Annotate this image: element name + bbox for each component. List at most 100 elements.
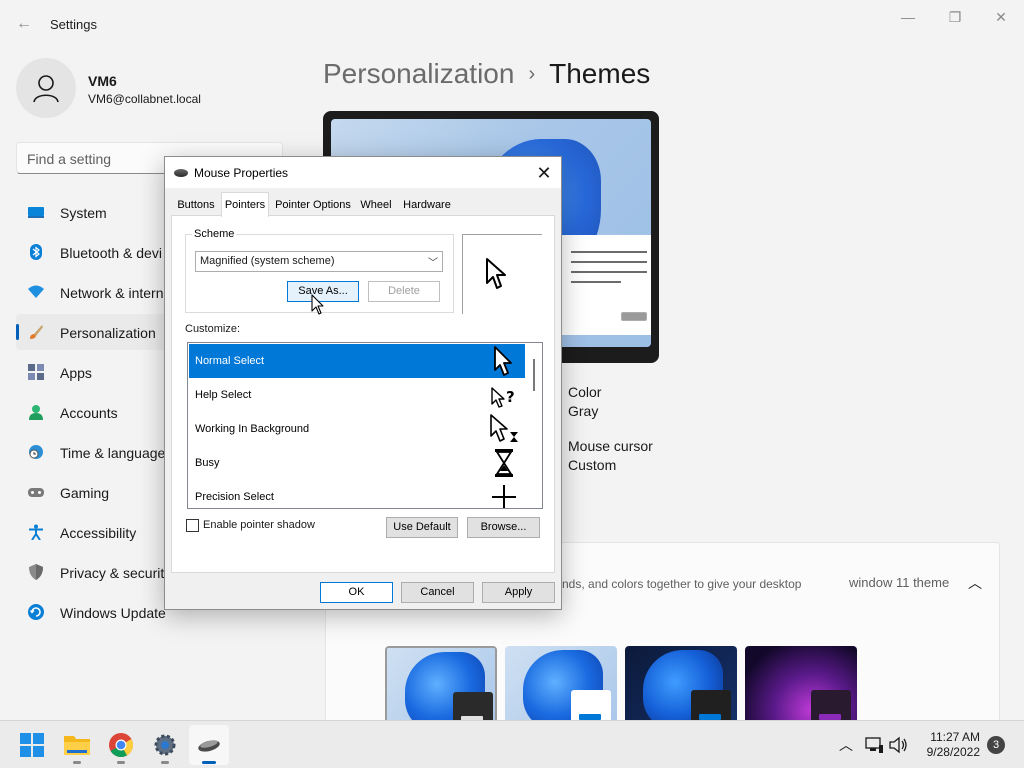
breadcrumb: Personalization › Themes	[323, 58, 650, 94]
tab-buttons[interactable]: Buttons	[175, 195, 217, 216]
scheme-dropdown[interactable]: Magnified (system scheme) ﹀	[195, 251, 443, 272]
list-item[interactable]: Help Select ?	[189, 378, 525, 412]
use-default-button[interactable]: Use Default	[386, 517, 458, 538]
system-clock[interactable]: 11:27 AM 9/28/2022	[918, 730, 980, 760]
sample-window	[559, 235, 651, 335]
arrow-cursor-icon	[486, 258, 506, 289]
chevron-down-icon: ﹀	[428, 258, 438, 269]
clock-date: 9/28/2022	[926, 745, 980, 759]
globe-clock-icon	[29, 445, 43, 459]
close-window-icon[interactable]: ✕	[978, 6, 1024, 28]
theme-thumbnail[interactable]	[505, 646, 617, 726]
cursor-name: Normal Select	[195, 355, 265, 367]
monitor-icon	[28, 207, 44, 218]
running-indicator	[73, 761, 81, 764]
cursor-name: Help Select	[195, 389, 252, 401]
cancel-button[interactable]: Cancel	[401, 582, 474, 603]
theme-thumbnail[interactable]	[625, 646, 737, 726]
pointer-shadow-label: Enable pointer shadow	[203, 519, 315, 531]
clock-time: 11:27 AM	[930, 730, 980, 744]
tab-pointers[interactable]: Pointers	[221, 192, 269, 217]
cursor-list[interactable]: Normal Select Help Select ? Working In B…	[187, 342, 543, 509]
network-icon[interactable]	[864, 735, 884, 755]
chevron-right-icon: ›	[528, 63, 536, 85]
list-item[interactable]: Working In Background	[189, 412, 525, 446]
windows-start-icon	[20, 733, 44, 757]
mouse-properties-taskbar-button[interactable]	[189, 725, 229, 765]
list-item[interactable]: Precision Select	[189, 480, 525, 508]
file-explorer-button[interactable]	[57, 725, 97, 765]
dialog-title-bar: Mouse Properties ✕	[165, 157, 561, 188]
user-profile[interactable]: VM6 VM6@collabnet.local	[16, 58, 276, 118]
sidebar-item-label: Accessibility	[60, 525, 137, 541]
scrollbar-thumb[interactable]	[533, 359, 535, 391]
sidebar-item-label: Windows Update	[60, 605, 166, 621]
help-cursor-icon: ?	[491, 387, 515, 408]
apply-button[interactable]: Apply	[482, 582, 555, 603]
window-title: Settings	[50, 17, 97, 32]
settings-button[interactable]	[145, 725, 185, 765]
chrome-button[interactable]	[101, 725, 141, 765]
dialog-title: Mouse Properties	[194, 166, 289, 180]
pointer-shadow-checkbox[interactable]	[186, 519, 199, 532]
running-indicator	[117, 761, 125, 764]
file-explorer-icon	[64, 736, 90, 755]
taskbar: ︿ 11:27 AM 9/28/2022 3	[0, 720, 1024, 768]
dialog-close-icon[interactable]: ✕	[533, 162, 555, 184]
sidebar-item-label: Time & language	[60, 445, 166, 461]
gamepad-icon	[28, 488, 44, 497]
mouse-cursor-label: Mouse cursor	[568, 438, 653, 454]
theme-description: nds, and colors together to give your de…	[562, 577, 802, 591]
tab-wheel[interactable]: Wheel	[357, 195, 395, 216]
cursor-name: Precision Select	[195, 491, 274, 503]
restore-icon[interactable]: ❐	[932, 6, 978, 28]
sidebar-item-label: Accounts	[60, 405, 118, 421]
chrome-icon	[109, 733, 133, 757]
notification-badge[interactable]: 3	[987, 736, 1005, 754]
user-name: VM6	[88, 73, 117, 89]
list-item[interactable]: Busy	[189, 446, 525, 480]
apps-icon	[28, 364, 44, 380]
user-email: VM6@collabnet.local	[88, 92, 201, 106]
color-info[interactable]: Color Gray	[568, 383, 601, 421]
page-title: Themes	[549, 58, 651, 89]
accessibility-icon	[29, 524, 43, 540]
delete-button[interactable]: Delete	[368, 281, 440, 302]
sidebar-item-label: Bluetooth & devi	[60, 245, 162, 261]
scheme-legend: Scheme	[192, 228, 237, 240]
settings-gear-icon	[154, 734, 176, 756]
cursor-name: Busy	[195, 457, 220, 469]
volume-icon[interactable]	[888, 735, 908, 755]
scheme-value: Magnified (system scheme)	[200, 255, 335, 267]
sidebar-item-label: Gaming	[60, 485, 110, 501]
breadcrumb-parent[interactable]: Personalization	[323, 58, 514, 89]
brush-icon	[30, 325, 43, 339]
theme-thumbnail[interactable]	[745, 646, 857, 726]
avatar	[16, 58, 76, 118]
mouse-properties-dialog: Mouse Properties ✕ Buttons Pointers Poin…	[164, 156, 562, 610]
back-arrow-icon[interactable]: ←	[14, 14, 34, 34]
mouse-cursor-info[interactable]: Mouse cursor Custom	[568, 437, 653, 475]
chevron-up-icon[interactable]: ︿	[836, 735, 856, 755]
mouse-cursor-value: Custom	[568, 457, 617, 473]
hourglass-cursor-icon	[495, 449, 513, 477]
running-indicator	[161, 761, 169, 764]
person-icon	[29, 405, 43, 420]
wifi-icon	[28, 285, 44, 298]
cursor-preview-box	[462, 234, 542, 314]
minimize-icon[interactable]: —	[885, 6, 931, 28]
list-item[interactable]: Normal Select	[189, 344, 525, 378]
color-label: Color	[568, 384, 602, 400]
busy-arrow-cursor-icon	[490, 414, 518, 442]
title-bar: ← Settings — ❐ ✕	[0, 0, 1024, 48]
start-button[interactable]	[12, 725, 52, 765]
theme-thumbnail[interactable]	[385, 646, 497, 726]
sidebar-item-label: Privacy & security	[60, 565, 172, 581]
tab-pointer-options[interactable]: Pointer Options	[273, 195, 353, 216]
browse-button[interactable]: Browse...	[467, 517, 540, 538]
chevron-up-icon[interactable]: ︿	[968, 573, 982, 593]
ok-button[interactable]: OK	[320, 582, 393, 603]
arrow-cursor-icon	[494, 346, 512, 376]
tab-hardware[interactable]: Hardware	[399, 195, 455, 216]
sidebar-item-label: Network & intern	[60, 285, 164, 301]
